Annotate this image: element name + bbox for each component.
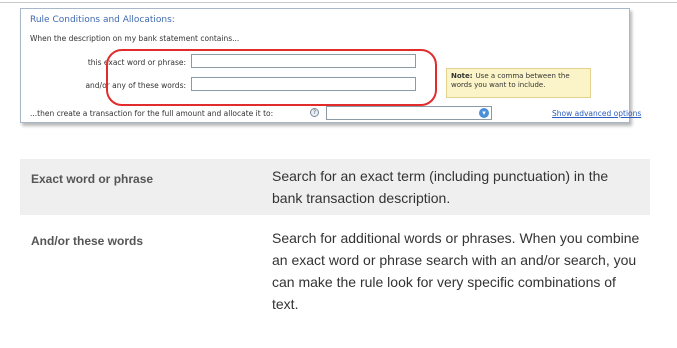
allocate-to-label: ...then create a transaction for the ful… [30,109,274,118]
panel-heading: Rule Conditions and Allocations: [30,15,175,25]
rule-conditions-panel: Rule Conditions and Allocations: When th… [20,8,641,123]
top-divider [0,2,677,3]
help-icon[interactable]: ? [310,108,319,117]
definition-row: And/or these words Search for additional… [20,222,650,344]
account-combo-input[interactable]: ▾ [326,106,492,120]
show-advanced-options-link[interactable]: Show advanced options [552,109,641,118]
definition-term: And/or these words [31,234,144,248]
definition-description: Search for an exact term (including punc… [272,168,609,206]
definition-description: Search for additional words or phrases. … [272,230,640,312]
highlight-oval [106,49,437,106]
note-label: Note: [451,72,473,80]
definition-term: Exact word or phrase [31,172,154,186]
chevron-down-icon[interactable]: ▾ [479,108,489,118]
note-box: Note: Use a comma between the words you w… [446,68,591,98]
definition-row: Exact word or phrase Search for an exact… [20,159,650,215]
panel-intro-text: When the description on my bank statemen… [30,34,240,43]
